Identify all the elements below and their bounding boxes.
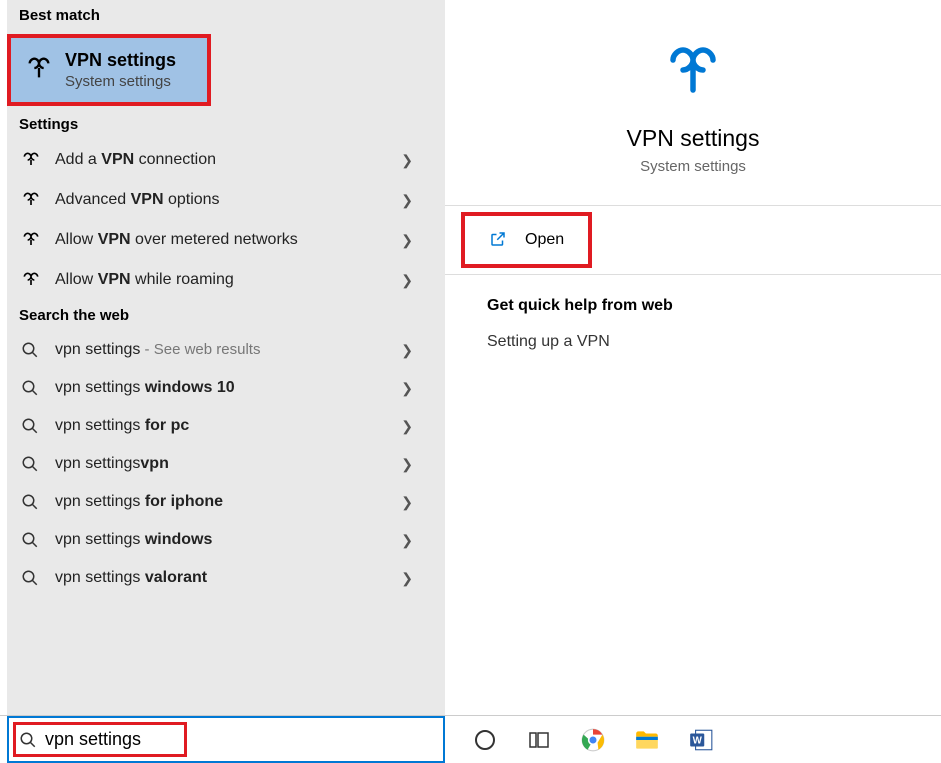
divider <box>445 205 941 206</box>
chevron-right-icon: ❯ <box>401 570 413 587</box>
svg-text:W: W <box>693 735 703 746</box>
best-match-subtitle: System settings <box>65 73 176 90</box>
vpn-small-icon <box>21 230 45 250</box>
open-label: Open <box>525 231 564 249</box>
search-input[interactable] <box>45 729 443 750</box>
result-label: vpn settings for iphone <box>55 493 401 511</box>
result-label: vpn settings windows 10 <box>55 379 401 397</box>
help-title: Get quick help from web <box>487 297 899 315</box>
file-explorer-icon[interactable] <box>633 726 661 754</box>
chevron-right-icon: ❯ <box>401 456 413 473</box>
result-label: vpn settings - See web results <box>55 341 401 359</box>
chevron-right-icon: ❯ <box>401 532 413 549</box>
search-web-header: Search the web <box>7 300 445 331</box>
chevron-right-icon: ❯ <box>401 152 413 169</box>
search-icon <box>21 417 45 435</box>
chevron-right-icon: ❯ <box>401 192 413 209</box>
vpn-small-icon <box>21 150 45 170</box>
chevron-right-icon: ❯ <box>401 418 413 435</box>
task-view-icon[interactable] <box>525 726 553 754</box>
web-result-item[interactable]: vpn settings valorant ❯ <box>7 559 445 597</box>
result-label: vpn settings valorant <box>55 569 401 587</box>
best-match-vpn-settings[interactable]: VPN settings System settings <box>7 34 211 106</box>
result-label: Advanced VPN options <box>55 191 401 209</box>
cortana-icon[interactable] <box>471 726 499 754</box>
settings-result-item[interactable]: Allow VPN while roaming ❯ <box>7 260 445 300</box>
result-label: Allow VPN over metered networks <box>55 231 401 249</box>
result-label: Allow VPN while roaming <box>55 271 401 289</box>
vpn-large-icon <box>663 40 723 100</box>
search-icon <box>21 379 45 397</box>
best-match-header: Best match <box>7 0 445 31</box>
search-icon <box>21 455 45 473</box>
search-icon <box>21 341 45 359</box>
vpn-small-icon <box>21 270 45 290</box>
web-result-item[interactable]: vpn settingsvpn ❯ <box>7 445 445 483</box>
detail-title: VPN settings <box>627 125 760 152</box>
web-result-item[interactable]: vpn settings windows ❯ <box>7 521 445 559</box>
settings-result-item[interactable]: Add a VPN connection ❯ <box>7 140 445 180</box>
settings-result-item[interactable]: Allow VPN over metered networks ❯ <box>7 220 445 260</box>
search-icon <box>19 731 37 749</box>
chevron-right-icon: ❯ <box>401 232 413 249</box>
taskbar-search-box[interactable] <box>7 716 445 763</box>
web-result-item[interactable]: vpn settings for pc ❯ <box>7 407 445 445</box>
detail-panel: VPN settings System settings Open Get qu… <box>445 0 941 715</box>
search-icon <box>21 569 45 587</box>
vpn-icon <box>23 52 55 84</box>
open-button[interactable]: Open <box>461 212 592 268</box>
result-label: vpn settingsvpn <box>55 455 401 473</box>
vpn-small-icon <box>21 190 45 210</box>
chevron-right-icon: ❯ <box>401 494 413 511</box>
search-icon <box>21 531 45 549</box>
settings-result-item[interactable]: Advanced VPN options ❯ <box>7 180 445 220</box>
chevron-right-icon: ❯ <box>401 380 413 397</box>
result-label: Add a VPN connection <box>55 151 401 169</box>
open-icon <box>489 230 509 250</box>
help-link-setup-vpn[interactable]: Setting up a VPN <box>487 333 899 351</box>
web-result-item[interactable]: vpn settings windows 10 ❯ <box>7 369 445 407</box>
chevron-right-icon: ❯ <box>401 272 413 289</box>
settings-header: Settings <box>7 109 445 140</box>
word-icon[interactable]: W <box>687 726 715 754</box>
chrome-icon[interactable] <box>579 726 607 754</box>
detail-subtitle: System settings <box>640 158 746 175</box>
result-label: vpn settings windows <box>55 531 401 549</box>
taskbar: W <box>0 715 941 763</box>
web-result-item[interactable]: vpn settings - See web results ❯ <box>7 331 445 369</box>
search-icon <box>21 493 45 511</box>
search-results-panel: Best match VPN settings System settings … <box>0 0 445 715</box>
chevron-right-icon: ❯ <box>401 342 413 359</box>
web-result-item[interactable]: vpn settings for iphone ❯ <box>7 483 445 521</box>
result-label: vpn settings for pc <box>55 417 401 435</box>
best-match-title: VPN settings <box>65 50 176 71</box>
